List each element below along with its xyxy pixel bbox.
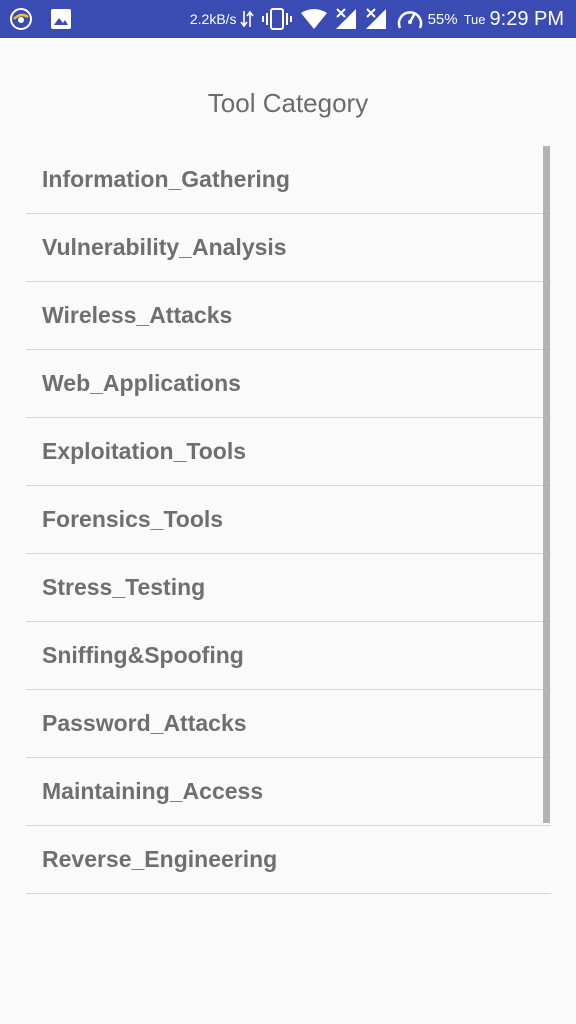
status-bar: 2.2kB/s 55% Tue 9:29 PM — [0, 0, 576, 38]
list-item-label: Stress_Testing — [42, 574, 206, 600]
image-notification-icon — [50, 8, 72, 30]
screen: 2.2kB/s 55% Tue 9:29 PM Tool Category In… — [0, 0, 576, 1024]
network-speed: 2.2kB/s — [189, 11, 237, 27]
data-transfer-arrows-icon — [239, 9, 254, 29]
list-item-wireless-attacks[interactable]: Wireless_Attacks — [26, 282, 551, 350]
status-left — [8, 6, 72, 32]
list-item-label: Maintaining_Access — [42, 778, 264, 804]
battery-gauge-icon — [396, 6, 424, 32]
list-item-sniffing-spoofing[interactable]: Sniffing&Spoofing — [26, 622, 551, 690]
list-item-stress-testing[interactable]: Stress_Testing — [26, 554, 551, 622]
list-item-vulnerability-analysis[interactable]: Vulnerability_Analysis — [26, 214, 551, 282]
vibrate-icon — [261, 8, 292, 30]
signal-no-service-icon — [334, 7, 358, 31]
list-item-maintaining-access[interactable]: Maintaining_Access — [26, 758, 551, 826]
list-item-label: Password_Attacks — [42, 710, 247, 736]
list-item-label: Sniffing&Spoofing — [42, 642, 244, 668]
list-item-forensics-tools[interactable]: Forensics_Tools — [26, 486, 551, 554]
signal-no-service-icon-2 — [364, 7, 388, 31]
list-item-label: Information_Gathering — [42, 166, 290, 192]
list-fade-edge — [26, 902, 551, 920]
page-title: Tool Category — [207, 88, 369, 118]
scrollbar[interactable] — [543, 146, 550, 823]
status-right: 2.2kB/s 55% Tue 9:29 PM — [190, 0, 564, 38]
category-list[interactable]: Information_Gathering Vulnerability_Anal… — [26, 146, 551, 920]
app-notification-icon — [8, 6, 34, 32]
status-day: Tue — [463, 11, 486, 27]
list-item-label: Vulnerability_Analysis — [42, 234, 287, 260]
list-item-information-gathering[interactable]: Information_Gathering — [26, 146, 551, 214]
list-item-label: Wireless_Attacks — [42, 302, 233, 328]
battery-percent: 55% — [427, 10, 458, 28]
list-item-reverse-engineering[interactable]: Reverse_Engineering — [26, 826, 551, 894]
list-item-label: Web_Applications — [42, 370, 241, 396]
list-item-label: Reverse_Engineering — [42, 846, 278, 872]
list-item-label: Forensics_Tools — [42, 506, 224, 532]
list-item-exploitation-tools[interactable]: Exploitation_Tools — [26, 418, 551, 486]
wifi-icon — [300, 8, 328, 30]
list-item-password-attacks[interactable]: Password_Attacks — [26, 690, 551, 758]
list-item-web-applications[interactable]: Web_Applications — [26, 350, 551, 418]
list-item-label: Exploitation_Tools — [42, 438, 247, 464]
status-time: 9:29 PM — [489, 7, 564, 30]
